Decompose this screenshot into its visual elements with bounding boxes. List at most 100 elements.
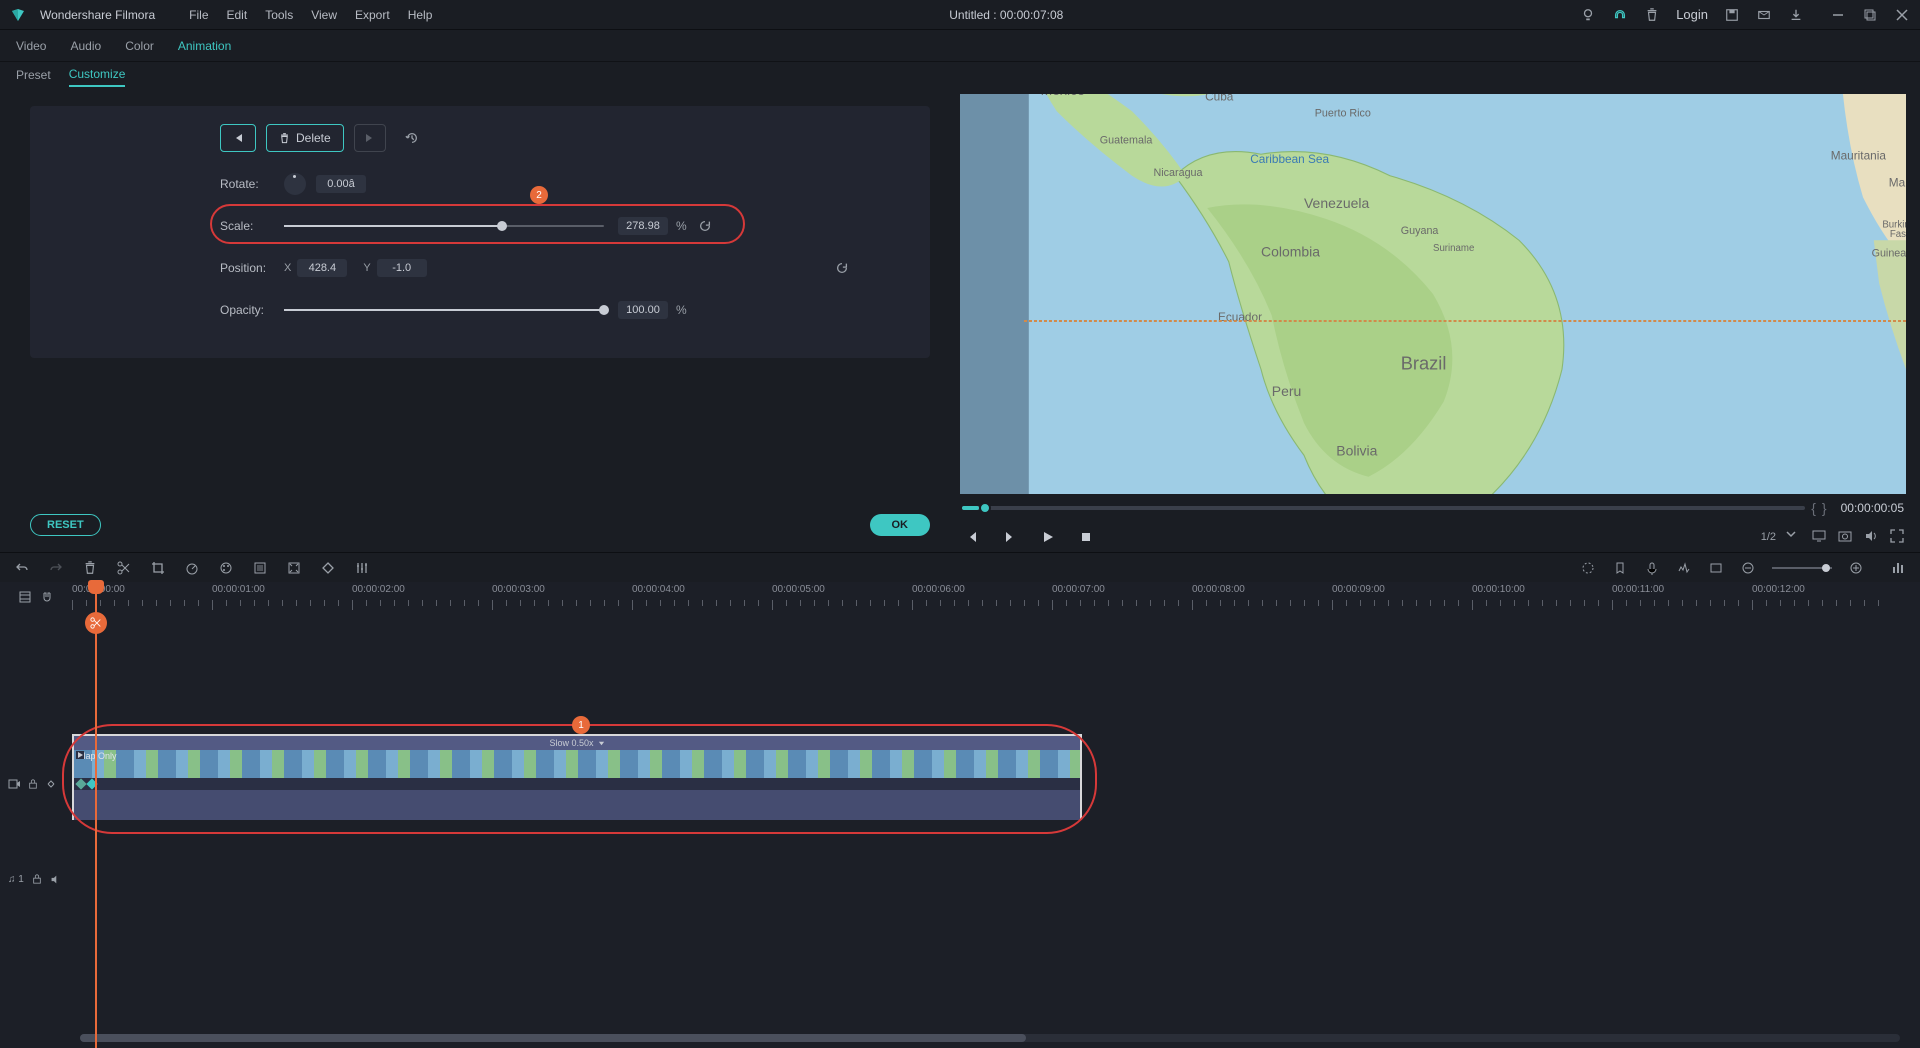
track-toggle-icon[interactable] [46, 779, 56, 789]
tab-customize[interactable]: Customize [69, 67, 126, 87]
trash-icon[interactable] [1644, 7, 1660, 23]
svg-text:Caribbean Sea: Caribbean Sea [1250, 152, 1329, 166]
ruler-label: 00:00:02:00 [352, 584, 405, 595]
position-x-value[interactable]: 428.4 [297, 259, 347, 277]
ok-button[interactable]: OK [870, 514, 931, 536]
timeline-zoom-slider[interactable] [1772, 567, 1832, 569]
svg-text:Guatemala: Guatemala [1100, 135, 1153, 147]
crop-tool-icon[interactable] [150, 560, 166, 576]
greenscreen-icon[interactable] [252, 560, 268, 576]
delete-clip-icon[interactable] [82, 560, 98, 576]
keyframe-history-icon[interactable] [402, 128, 422, 148]
svg-text:Bolivia: Bolivia [1336, 442, 1377, 458]
svg-text:Cuba: Cuba [1205, 94, 1234, 104]
menu-file[interactable]: File [189, 8, 208, 22]
tab-color[interactable]: Color [125, 39, 154, 53]
render-icon[interactable] [1580, 560, 1596, 576]
mark-in-icon[interactable]: { [1811, 500, 1816, 516]
maximize-icon[interactable] [1862, 7, 1878, 23]
headset-icon[interactable] [1612, 7, 1628, 23]
scale-reset-icon[interactable] [697, 218, 713, 234]
lightbulb-icon[interactable] [1580, 7, 1596, 23]
rotate-value[interactable]: 0.00â [316, 175, 366, 193]
minimize-icon[interactable] [1830, 7, 1846, 23]
position-reset-icon[interactable] [834, 260, 850, 276]
timeline-ruler[interactable]: 00:00:00:0000:00:01:0000:00:02:0000:00:0… [72, 582, 1920, 612]
mail-icon[interactable] [1756, 7, 1772, 23]
preview-quality[interactable]: 1/2 [1761, 531, 1776, 543]
scale-slider[interactable] [284, 225, 604, 227]
track-mute-icon[interactable] [50, 874, 61, 885]
delete-keyframe-button[interactable]: Delete [266, 124, 344, 152]
timeline-options-icon[interactable] [1890, 560, 1906, 576]
track-lock-icon[interactable] [32, 874, 42, 884]
save-icon[interactable] [1724, 7, 1740, 23]
keyframe-marker-icon[interactable] [75, 778, 86, 789]
position-x-label: X [284, 262, 291, 274]
timeline: 00:00:00:0000:00:01:0000:00:02:0000:00:0… [0, 582, 1920, 1048]
menu-export[interactable]: Export [355, 8, 390, 22]
ruler-label: 00:00:07:00 [1052, 584, 1105, 595]
redo-icon[interactable] [48, 560, 64, 576]
step-forward-icon[interactable] [1002, 529, 1018, 545]
fit-icon[interactable] [286, 560, 302, 576]
prev-keyframe-button[interactable] [220, 124, 256, 152]
fullscreen-icon[interactable] [1890, 529, 1906, 545]
reset-button[interactable]: RESET [30, 514, 101, 536]
track-video-icon[interactable] [8, 778, 20, 790]
video-preview[interactable]: Gulf of Mexico Mexico Cuba Puerto Rico G… [960, 94, 1906, 494]
audio-track-label: ♫ 1 [8, 874, 24, 885]
ruler-label: 00:00:08:00 [1192, 584, 1245, 595]
menu-help[interactable]: Help [408, 8, 433, 22]
volume-icon[interactable] [1864, 529, 1880, 545]
next-keyframe-button[interactable] [354, 124, 386, 152]
preview-seek-slider[interactable] [962, 506, 1805, 510]
track-manage-icon[interactable] [19, 591, 31, 603]
magnet-icon[interactable] [41, 591, 53, 603]
speed-icon[interactable] [184, 560, 200, 576]
marker-icon[interactable] [1612, 560, 1628, 576]
mixer-icon[interactable] [354, 560, 370, 576]
step-back-icon[interactable] [964, 529, 980, 545]
keyframe-diamond-icon[interactable] [320, 560, 336, 576]
play-icon[interactable] [1040, 529, 1056, 545]
tab-preset[interactable]: Preset [16, 68, 51, 86]
audio-mixer-icon[interactable] [1676, 560, 1692, 576]
zoom-out-icon[interactable] [1740, 560, 1756, 576]
login-link[interactable]: Login [1676, 7, 1708, 22]
playhead-handle-icon[interactable] [88, 580, 104, 594]
rotate-dial[interactable] [284, 173, 306, 195]
undo-icon[interactable] [14, 560, 30, 576]
timeline-horizontal-scrollbar[interactable] [80, 1034, 1900, 1042]
scale-value[interactable]: 278.98 [618, 217, 668, 235]
timeline-clip[interactable]: Slow 0.50x Map Only [72, 734, 1082, 820]
track-lock-icon[interactable] [28, 779, 38, 789]
ruler-label: 00:00:03:00 [492, 584, 545, 595]
stop-icon[interactable] [1078, 529, 1094, 545]
tab-video[interactable]: Video [16, 39, 46, 53]
tab-animation[interactable]: Animation [178, 39, 231, 53]
mark-out-icon[interactable]: } [1822, 500, 1827, 516]
playhead-split-icon[interactable] [85, 612, 107, 634]
color-icon[interactable] [218, 560, 234, 576]
main-menu: File Edit Tools View Export Help [189, 8, 432, 22]
frame-icon[interactable] [1708, 560, 1724, 576]
zoom-in-icon[interactable] [1848, 560, 1864, 576]
chevron-down-icon[interactable] [1786, 529, 1802, 545]
clip-audio-waveform [74, 790, 1080, 820]
snapshot-icon[interactable] [1838, 529, 1854, 545]
opacity-value[interactable]: 100.00 [618, 301, 668, 319]
position-y-value[interactable]: -1.0 [377, 259, 427, 277]
opacity-label: Opacity: [220, 303, 278, 317]
menu-view[interactable]: View [311, 8, 337, 22]
display-icon[interactable] [1812, 529, 1828, 545]
split-icon[interactable] [116, 560, 132, 576]
playhead[interactable] [95, 582, 97, 1048]
menu-tools[interactable]: Tools [265, 8, 293, 22]
menu-edit[interactable]: Edit [227, 8, 248, 22]
close-icon[interactable] [1894, 7, 1910, 23]
download-icon[interactable] [1788, 7, 1804, 23]
tab-audio[interactable]: Audio [70, 39, 101, 53]
opacity-slider[interactable] [284, 309, 604, 311]
mic-icon[interactable] [1644, 560, 1660, 576]
